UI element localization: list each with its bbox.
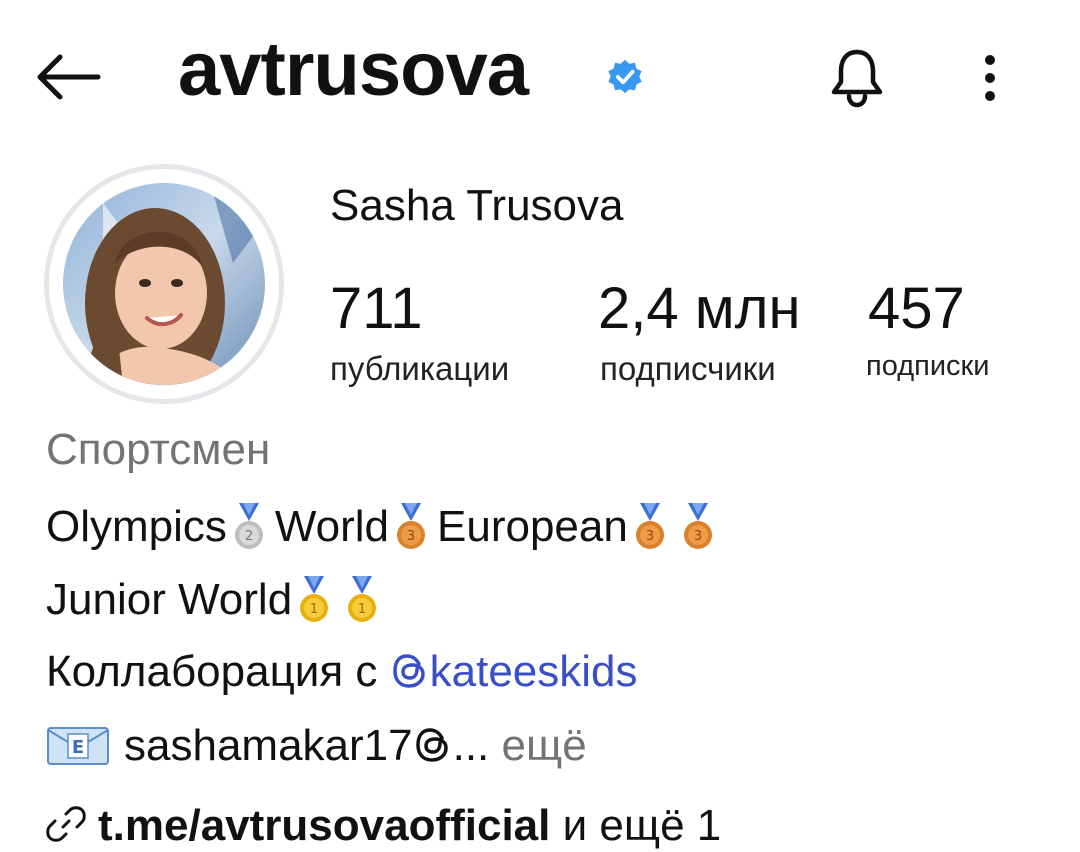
avatar[interactable] — [63, 183, 265, 385]
email-icon: E — [46, 726, 110, 766]
profile-category: Спортсмен — [46, 425, 271, 474]
back-button[interactable] — [32, 52, 102, 102]
threads-icon — [413, 725, 453, 765]
following-label[interactable]: подписки — [866, 352, 989, 381]
posts-count[interactable]: 711 — [330, 280, 422, 338]
external-link-row[interactable]: t.me/avtrusovaofficial и ещё 1 — [46, 804, 721, 848]
bio-text: World — [274, 502, 390, 551]
external-link-suffix[interactable]: и ещё 1 — [550, 801, 722, 850]
verified-badge-icon — [606, 58, 644, 96]
svg-text:3: 3 — [694, 529, 702, 544]
mention-link[interactable]: kateeskids — [390, 647, 638, 696]
bio-line-1: Olympics 2 World 3 European 3 3 — [46, 503, 724, 551]
svg-text:E: E — [72, 737, 84, 758]
bio-text: European — [437, 502, 628, 551]
svg-text:3: 3 — [646, 529, 654, 544]
threads-icon — [390, 651, 430, 691]
bell-icon — [831, 49, 883, 108]
following-count[interactable]: 457 — [868, 280, 965, 338]
gold-medal-icon: 1 — [298, 576, 330, 624]
bio-text: Olympics — [46, 502, 227, 551]
email-text: sashamakar17 — [124, 721, 413, 770]
mention-text[interactable]: kateeskids — [430, 647, 638, 696]
link-icon — [46, 804, 86, 844]
bio-line-3: Коллаборация с kateeskids — [46, 650, 638, 694]
bio-line-4: Esashamakar17... ещё — [46, 724, 587, 768]
svg-text:1: 1 — [358, 602, 366, 617]
external-link-url[interactable]: t.me/avtrusovaofficial — [98, 801, 550, 850]
gold-medal-icon: 1 — [346, 576, 378, 624]
bio-ellipsis: ... — [452, 721, 490, 770]
bronze-medal-icon: 3 — [682, 503, 714, 551]
profile-username: avtrusova — [178, 27, 529, 112]
svg-text:2: 2 — [245, 529, 253, 544]
bio-more-button[interactable]: ещё — [502, 721, 587, 770]
bronze-medal-icon: 3 — [395, 503, 427, 551]
followers-count[interactable]: 2,4 млн — [598, 280, 801, 338]
bronze-medal-icon: 3 — [634, 503, 666, 551]
bio-text: Коллаборация с — [46, 647, 390, 696]
profile-display-name: Sasha Trusova — [330, 181, 624, 230]
arrow-left-icon — [37, 54, 101, 100]
notifications-button[interactable] — [828, 46, 886, 108]
svg-text:1: 1 — [310, 602, 318, 617]
silver-medal-icon: 2 — [233, 503, 265, 551]
followers-label[interactable]: подписчики — [600, 352, 776, 385]
posts-label[interactable]: публикации — [330, 352, 509, 385]
bio-text: Junior World — [46, 575, 293, 624]
more-options-button[interactable] — [968, 48, 1012, 108]
more-vertical-icon — [985, 55, 995, 101]
bio-line-2: Junior World 1 1 — [46, 576, 388, 624]
svg-text:3: 3 — [407, 529, 415, 544]
